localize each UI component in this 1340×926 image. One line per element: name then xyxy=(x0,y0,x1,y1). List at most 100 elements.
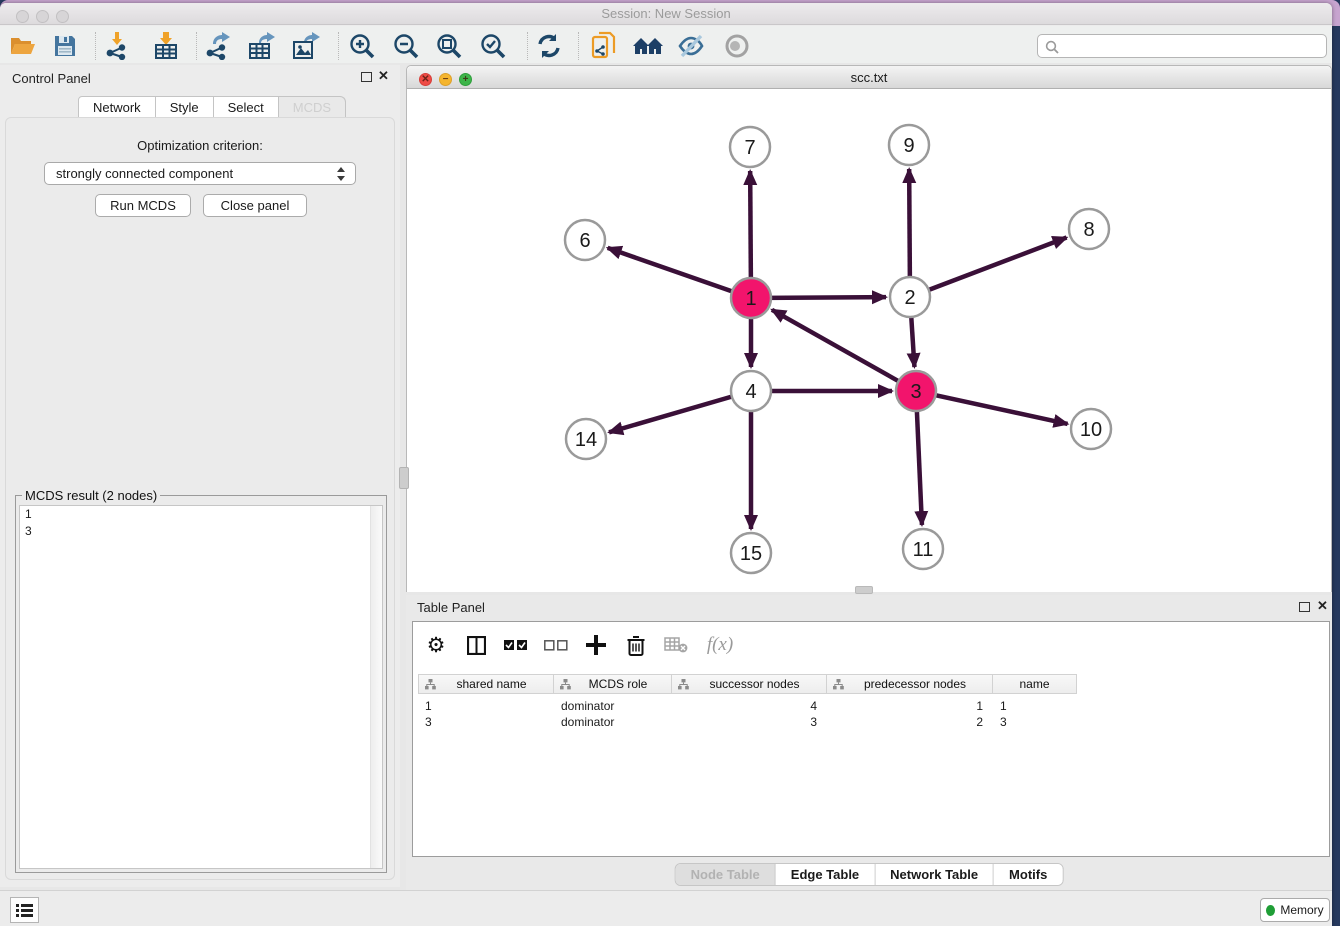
cell-predecessor-nodes[interactable]: 2 xyxy=(827,714,993,730)
close-table-panel-icon[interactable]: ✕ xyxy=(1317,598,1328,614)
tab-edge-table[interactable]: Edge Table xyxy=(776,864,875,885)
list-icon xyxy=(16,903,33,917)
zoom-fit-icon xyxy=(436,33,462,59)
criterion-dropdown[interactable]: strongly connected component xyxy=(44,162,356,185)
graph-node-label-14: 14 xyxy=(575,429,597,451)
search-field[interactable] xyxy=(1037,34,1327,58)
graph-edge-1-6[interactable] xyxy=(608,248,735,292)
zoom-out-button[interactable] xyxy=(389,31,423,61)
clone-network-button[interactable] xyxy=(587,31,621,61)
show-all-button[interactable] xyxy=(720,31,754,61)
zoom-in-button[interactable] xyxy=(345,31,379,61)
graph-edge-2-9[interactable] xyxy=(909,169,910,280)
graph-edge-2-3[interactable] xyxy=(911,314,914,367)
dropdown-spinner-icon xyxy=(337,167,346,181)
graph-edge-3-11[interactable] xyxy=(917,408,922,525)
titlebar: Session: New Session xyxy=(0,3,1332,25)
result-scrollbar[interactable] xyxy=(370,506,382,868)
deselect-all-button[interactable] xyxy=(543,630,569,660)
export-network-icon xyxy=(205,32,231,60)
search-input[interactable] xyxy=(1064,36,1320,56)
table-row[interactable]: 1 dominator 4 1 1 xyxy=(418,698,1077,714)
cell-successor-nodes[interactable]: 3 xyxy=(672,714,827,730)
import-network-icon xyxy=(105,32,131,60)
import-network-button[interactable] xyxy=(101,31,135,61)
export-table-icon xyxy=(249,32,275,60)
column-header-name[interactable]: name xyxy=(993,674,1077,694)
first-neighbors-button[interactable] xyxy=(631,31,665,61)
delete-table-button[interactable] xyxy=(663,630,689,660)
split-view-button[interactable] xyxy=(463,630,489,660)
canvas-splitter-handle[interactable] xyxy=(855,586,873,594)
task-history-button[interactable] xyxy=(10,897,39,923)
cell-predecessor-nodes[interactable]: 1 xyxy=(827,698,993,714)
tab-style[interactable]: Style xyxy=(156,96,214,118)
hide-selected-button[interactable] xyxy=(675,31,709,61)
table-toolbar: ⚙ xyxy=(423,622,737,668)
column-header-predecessor-nodes[interactable]: predecessor nodes xyxy=(827,674,993,694)
float-panel-icon[interactable] xyxy=(361,72,372,82)
criterion-dropdown-value: strongly connected component xyxy=(56,166,233,181)
select-all-icon xyxy=(504,640,528,651)
memory-button[interactable]: Memory xyxy=(1260,898,1330,922)
application-window: Session: New Session xyxy=(0,3,1332,926)
graph-edge-1-2[interactable] xyxy=(768,297,886,298)
graph-node-label-2: 2 xyxy=(904,287,915,309)
cell-shared-name[interactable]: 3 xyxy=(418,714,554,730)
column-header-shared-name[interactable]: shared name xyxy=(418,674,554,694)
export-network-button[interactable] xyxy=(201,31,235,61)
save-floppy-icon xyxy=(53,34,77,58)
network-canvas[interactable]: 7968124314101511 xyxy=(407,89,1331,592)
table-column-headers: shared name MCDS role successor nodes pr… xyxy=(418,674,1077,694)
table-settings-button[interactable]: ⚙ xyxy=(423,630,449,660)
cell-mcds-role[interactable]: dominator xyxy=(554,714,672,730)
result-line: 3 xyxy=(20,523,382,540)
save-session-button[interactable] xyxy=(48,31,82,61)
table-panel-title: Table Panel xyxy=(417,600,485,615)
close-panel-button[interactable]: Close panel xyxy=(203,194,307,217)
float-table-panel-icon[interactable] xyxy=(1299,602,1310,612)
mcds-tab-content: Optimization criterion: strongly connect… xyxy=(5,117,395,880)
delete-column-button[interactable] xyxy=(623,630,649,660)
tab-mcds[interactable]: MCDS xyxy=(279,96,346,118)
column-type-icon xyxy=(833,679,844,690)
tab-network-table[interactable]: Network Table xyxy=(875,864,994,885)
table-row[interactable]: 3 dominator 3 2 3 xyxy=(418,714,1077,730)
refresh-button[interactable] xyxy=(532,31,566,61)
open-folder-icon xyxy=(10,35,36,57)
cell-name[interactable]: 3 xyxy=(993,714,1077,730)
graph-node-label-15: 15 xyxy=(740,543,762,565)
export-table-button[interactable] xyxy=(245,31,279,61)
cell-shared-name[interactable]: 1 xyxy=(418,698,554,714)
import-table-button[interactable] xyxy=(149,31,183,61)
optimization-criterion-label: Optimization criterion: xyxy=(6,138,394,153)
graph-edge-3-10[interactable] xyxy=(933,395,1068,424)
graph-edge-2-8[interactable] xyxy=(926,238,1067,291)
tab-node-table[interactable]: Node Table xyxy=(676,864,776,885)
cell-mcds-role[interactable]: dominator xyxy=(554,698,672,714)
add-column-button[interactable] xyxy=(583,630,609,660)
export-image-button[interactable] xyxy=(289,31,323,61)
select-all-button[interactable] xyxy=(503,630,529,660)
cell-name[interactable]: 1 xyxy=(993,698,1077,714)
open-session-button[interactable] xyxy=(6,31,40,61)
tab-select[interactable]: Select xyxy=(214,96,279,118)
network-view-window: ✕ − + scc.txt 7968124314101511 xyxy=(406,65,1332,592)
column-header-mcds-role[interactable]: MCDS role xyxy=(554,674,672,694)
function-builder-button[interactable]: f(x) xyxy=(703,630,737,660)
tab-network[interactable]: Network xyxy=(78,96,156,118)
panel-splitter-handle[interactable] xyxy=(399,467,409,489)
run-mcds-button[interactable]: Run MCDS xyxy=(95,194,191,217)
column-header-successor-nodes[interactable]: successor nodes xyxy=(672,674,827,694)
graph-edge-1-7[interactable] xyxy=(750,171,751,281)
close-panel-icon[interactable]: ✕ xyxy=(378,68,389,84)
zoom-selected-button[interactable] xyxy=(476,31,510,61)
graph-edge-4-14[interactable] xyxy=(609,396,735,433)
mcds-result-textarea[interactable]: 1 3 xyxy=(19,505,383,869)
cell-successor-nodes[interactable]: 4 xyxy=(672,698,827,714)
deselect-all-icon xyxy=(544,640,568,651)
tab-motifs[interactable]: Motifs xyxy=(994,864,1062,885)
graph-node-label-7: 7 xyxy=(744,137,755,159)
zoom-fit-button[interactable] xyxy=(432,31,466,61)
graph-edge-3-1[interactable] xyxy=(772,310,901,383)
